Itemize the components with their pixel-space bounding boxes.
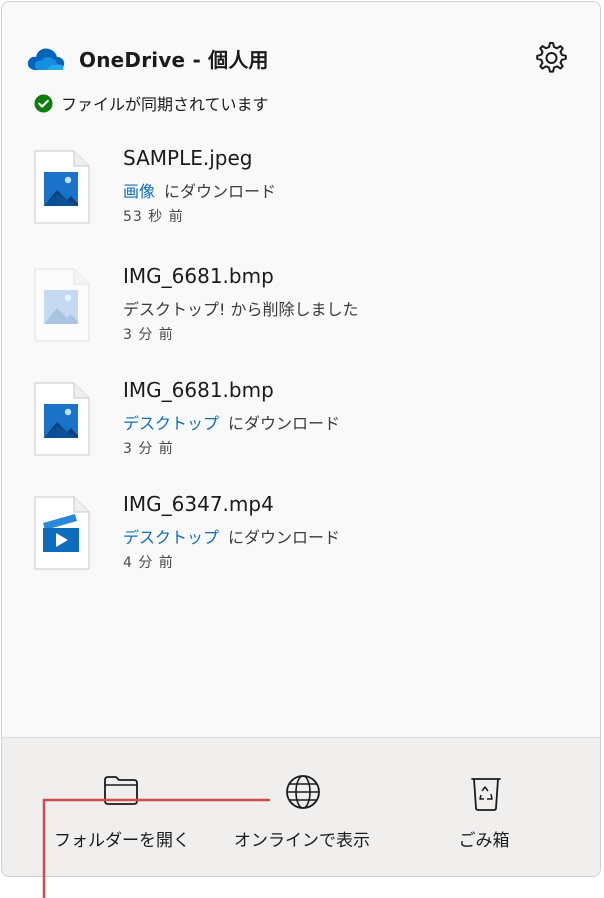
activity-item[interactable]: IMG_6681.bmp デスクトップ にダウンロード 3 分 前 — [2, 378, 600, 482]
file-name: IMG_6681.bmp — [123, 264, 274, 288]
recycle-bin-button[interactable]: ごみ箱 — [394, 738, 574, 876]
activity-description: 画像 にダウンロード — [123, 178, 276, 202]
globe-icon — [286, 775, 320, 809]
activity-time: 3 分 前 — [123, 441, 174, 457]
onedrive-cloud-icon — [27, 48, 65, 70]
activity-time: 3 分 前 — [123, 327, 174, 343]
flyout-header: OneDrive - 個人用 ファイルが同期されています — [2, 2, 600, 132]
recycle-bin-icon — [471, 778, 501, 811]
image-file-icon — [34, 382, 90, 456]
video-file-icon — [34, 496, 90, 570]
activity-action: デスクトップ! から削除しました — [123, 300, 359, 319]
activity-action: にダウンロード — [164, 182, 277, 201]
file-name: IMG_6347.mp4 — [123, 492, 274, 516]
activity-description: デスクトップ! から削除しました — [123, 296, 359, 320]
activity-action: にダウンロード — [228, 414, 341, 433]
file-name: IMG_6681.bmp — [123, 378, 274, 402]
activity-item[interactable]: IMG_6681.bmp デスクトップ! から削除しました 3 分 前 — [2, 264, 600, 368]
app-title: OneDrive - 個人用 — [79, 48, 269, 72]
settings-gear-icon[interactable] — [532, 40, 568, 76]
open-folder-button[interactable]: フォルダーを開く — [32, 738, 212, 876]
file-name: SAMPLE.jpeg — [123, 146, 253, 170]
folder-icon — [104, 776, 138, 805]
activity-item[interactable]: IMG_6347.mp4 デスクトップ にダウンロード 4 分 前 — [2, 492, 600, 596]
sync-status: ファイルが同期されています — [34, 92, 269, 114]
image-file-icon — [34, 150, 90, 224]
sync-status-text: ファイルが同期されています — [61, 95, 269, 114]
onedrive-flyout: OneDrive - 個人用 ファイルが同期されています SAMPLE.jpeg… — [1, 1, 601, 877]
activity-time: 53 秒 前 — [123, 209, 184, 225]
activity-description: デスクトップ にダウンロード — [123, 410, 340, 434]
location-link[interactable]: 画像 — [123, 182, 155, 201]
flyout-footer: フォルダーを開く オンラインで表示 ごみ箱 — [2, 737, 600, 876]
sync-check-icon — [34, 93, 53, 113]
location-link[interactable]: デスクトップ — [123, 414, 219, 433]
activity-time: 4 分 前 — [123, 555, 174, 571]
location-link[interactable]: デスクトップ — [123, 528, 219, 547]
view-online-button[interactable]: オンラインで表示 — [212, 738, 392, 876]
deleted-image-file-icon — [34, 268, 90, 342]
recycle-bin-label: ごみ箱 — [458, 831, 510, 851]
activity-item[interactable]: SAMPLE.jpeg 画像 にダウンロード 53 秒 前 — [2, 146, 600, 250]
open-folder-label: フォルダーを開く — [54, 831, 190, 851]
activity-action: にダウンロード — [228, 528, 341, 547]
view-online-label: オンラインで表示 — [234, 831, 370, 851]
activity-description: デスクトップ にダウンロード — [123, 524, 340, 548]
